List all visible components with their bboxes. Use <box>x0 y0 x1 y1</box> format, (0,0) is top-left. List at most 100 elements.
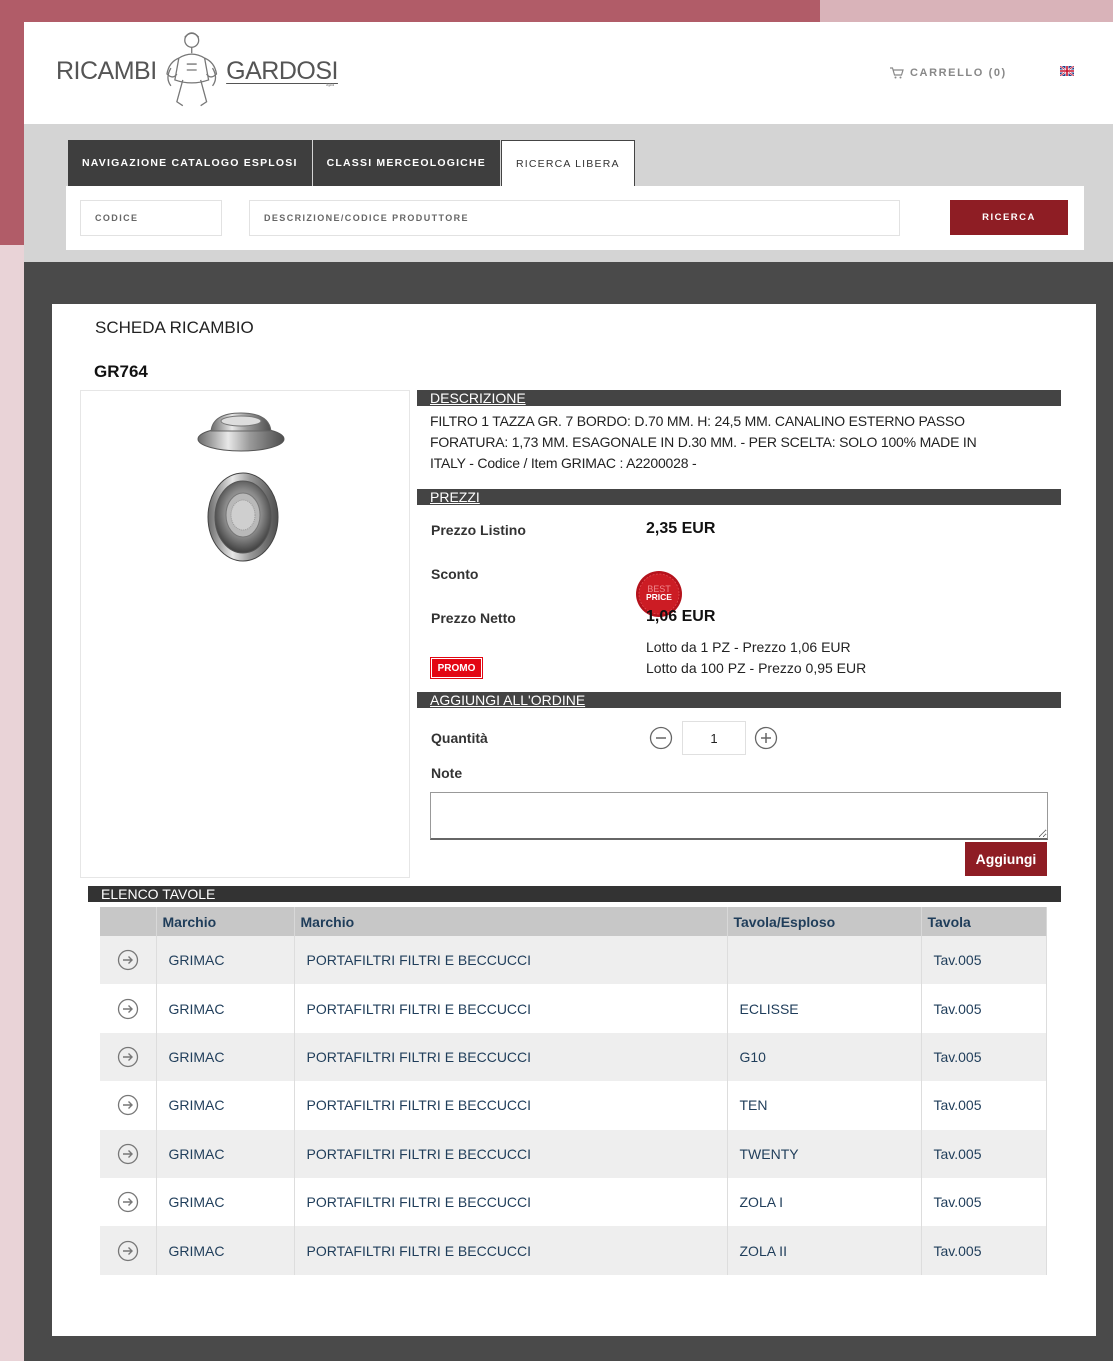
exploded-view-cell[interactable]: ZOLA II <box>727 1226 922 1275</box>
add-to-cart-button[interactable]: Aggiungi <box>965 842 1047 876</box>
section-title: DESCRIZIONE <box>430 390 526 406</box>
product-sheet: SCHEDA RICAMBIO GR764 DESCRIZIONE FILTRO… <box>52 304 1096 1336</box>
brand-cell[interactable]: GRIMAC <box>156 936 295 985</box>
code-input[interactable] <box>80 200 222 236</box>
search-button[interactable]: RICERCA <box>950 200 1068 235</box>
background-band <box>0 245 24 1361</box>
brand-cell[interactable]: GRIMAC <box>156 1129 295 1178</box>
table-cell[interactable]: Tav.005 <box>921 1226 1047 1275</box>
row-open-cell[interactable] <box>100 936 157 985</box>
table-row[interactable]: GRIMAC PORTAFILTRI FILTRI E BECCUCCI G10 Ta… <box>100 1032 1047 1082</box>
column-header: Marchio <box>294 907 728 936</box>
column-header: Tavola <box>921 907 1047 936</box>
uk-flag-icon[interactable] <box>1060 66 1074 76</box>
best-price-bottom: PRICE <box>646 592 672 602</box>
table-cell[interactable]: Tav.005 <box>921 1177 1047 1227</box>
tables-section-header: ELENCO TAVOLE <box>88 886 1061 902</box>
exploded-view-cell[interactable]: TEN <box>727 1081 922 1130</box>
table-row[interactable]: GRIMAC PORTAFILTRI FILTRI E BECCUCCI ECLIS… <box>100 984 1047 1033</box>
table-row[interactable]: GRIMAC PORTAFILTRI FILTRI E BECCUCCI ZOLA … <box>100 1177 1047 1227</box>
section-title: ELENCO TAVOLE <box>101 886 216 902</box>
list-price-value: 2,35 EUR <box>646 520 716 537</box>
page-frame: RICAMBI GARDOSI spa CARRELLO (0) NAVIGAZ… <box>24 22 1113 1361</box>
part-code: GR764 <box>94 362 148 381</box>
cart-link[interactable]: CARRELLO (0) <box>890 64 1007 82</box>
column-header-empty <box>100 907 157 936</box>
cart-icon <box>890 67 904 79</box>
quantity-input[interactable] <box>682 721 746 755</box>
table-header-row: Marchio Marchio Tavola/Esploso Tavola <box>100 907 1047 936</box>
arrow-right-circle-icon[interactable] <box>117 1094 139 1116</box>
tables-list: Marchio Marchio Tavola/Esploso Tavola GR… <box>100 907 1047 1275</box>
arrow-right-circle-icon[interactable] <box>117 949 139 971</box>
product-image-box <box>80 390 410 878</box>
arrow-right-circle-icon[interactable] <box>117 1240 139 1262</box>
category-cell[interactable]: PORTAFILTRI FILTRI E BECCUCCI <box>294 984 728 1033</box>
category-cell[interactable]: PORTAFILTRI FILTRI E BECCUCCI <box>294 1032 728 1082</box>
section-title: AGGIUNGI ALL'ORDINE <box>430 692 586 708</box>
logo-figure-icon <box>165 32 217 107</box>
brand-cell[interactable]: GRIMAC <box>156 984 295 1033</box>
site-logo[interactable]: RICAMBI GARDOSI spa <box>56 28 338 114</box>
description-input[interactable] <box>249 200 900 236</box>
description-line: ITALY - Codice / Item GRIMAC : A2200028 … <box>430 455 697 471</box>
quantity-label: Quantità <box>431 730 488 746</box>
table-cell[interactable]: Tav.005 <box>921 984 1047 1033</box>
exploded-view-cell[interactable]: ZOLA I <box>727 1177 922 1227</box>
search-tabs: NAVIGAZIONE CATALOGO ESPLOSI CLASSI MERC… <box>68 140 635 186</box>
prices-section-header: PREZZI <box>417 489 1061 505</box>
row-open-cell[interactable] <box>100 1081 157 1130</box>
arrow-right-circle-icon[interactable] <box>117 1046 139 1068</box>
tab-catalog-navigation[interactable]: NAVIGAZIONE CATALOGO ESPLOSI <box>68 140 313 186</box>
category-cell[interactable]: PORTAFILTRI FILTRI E BECCUCCI <box>294 1177 728 1227</box>
brand-cell[interactable]: GRIMAC <box>156 1081 295 1130</box>
product-image[interactable] <box>81 391 411 879</box>
search-section: NAVIGAZIONE CATALOGO ESPLOSI CLASSI MERC… <box>24 124 1113 262</box>
quantity-increase-icon[interactable] <box>754 726 778 750</box>
category-cell[interactable]: PORTAFILTRI FILTRI E BECCUCCI <box>294 1226 728 1275</box>
tab-free-search[interactable]: RICERCA LIBERA <box>500 140 635 186</box>
category-cell[interactable]: PORTAFILTRI FILTRI E BECCUCCI <box>294 936 728 985</box>
table-cell[interactable]: Tav.005 <box>921 1081 1047 1130</box>
table-cell[interactable]: Tav.005 <box>921 936 1047 985</box>
description-section-header: DESCRIZIONE <box>417 390 1061 406</box>
lot-price: Lotto da 1 PZ - Prezzo 1,06 EUR <box>646 639 851 655</box>
arrow-right-circle-icon[interactable] <box>117 998 139 1020</box>
table-row[interactable]: GRIMAC PORTAFILTRI FILTRI E BECCUCCI ZOLA … <box>100 1226 1047 1275</box>
page-title: SCHEDA RICAMBIO <box>95 318 254 337</box>
row-open-cell[interactable] <box>100 1177 157 1227</box>
category-cell[interactable]: PORTAFILTRI FILTRI E BECCUCCI <box>294 1081 728 1130</box>
arrow-right-circle-icon[interactable] <box>117 1191 139 1213</box>
exploded-view-cell[interactable]: TWENTY <box>727 1129 922 1178</box>
net-price-value: 1,06 EUR <box>646 608 716 625</box>
row-open-cell[interactable] <box>100 1129 157 1178</box>
tab-product-classes[interactable]: CLASSI MERCEOLOGICHE <box>312 140 501 186</box>
product-description: FILTRO 1 TAZZA GR. 7 BORDO: D.70 MM. H: … <box>430 411 1050 474</box>
quantity-decrease-icon[interactable] <box>649 726 673 750</box>
column-header: Tavola/Esploso <box>727 907 922 936</box>
cart-label: CARRELLO (0) <box>910 67 1007 79</box>
logo-word-right: GARDOSI <box>226 56 338 85</box>
logo-word-left: RICAMBI <box>56 56 157 85</box>
brand-cell[interactable]: GRIMAC <box>156 1177 295 1227</box>
notes-textarea[interactable] <box>430 792 1048 840</box>
table-row[interactable]: GRIMAC PORTAFILTRI FILTRI E BECCUCCI TEN Ta… <box>100 1081 1047 1130</box>
exploded-view-cell[interactable]: G10 <box>727 1032 922 1082</box>
column-header: Marchio <box>156 907 295 936</box>
add-to-order-section-header: AGGIUNGI ALL'ORDINE <box>417 692 1061 708</box>
table-cell[interactable]: Tav.005 <box>921 1129 1047 1178</box>
row-open-cell[interactable] <box>100 1032 157 1082</box>
brand-cell[interactable]: GRIMAC <box>156 1226 295 1275</box>
table-cell[interactable]: Tav.005 <box>921 1032 1047 1082</box>
category-cell[interactable]: PORTAFILTRI FILTRI E BECCUCCI <box>294 1129 728 1178</box>
table-row[interactable]: GRIMAC PORTAFILTRI FILTRI E BECCUCCI TWENT… <box>100 1129 1047 1178</box>
arrow-right-circle-icon[interactable] <box>117 1143 139 1165</box>
row-open-cell[interactable] <box>100 984 157 1033</box>
row-open-cell[interactable] <box>100 1226 157 1275</box>
table-row[interactable]: GRIMAC PORTAFILTRI FILTRI E BECCUCCI Tav.0… <box>100 936 1047 985</box>
search-form: RICERCA <box>66 186 1084 250</box>
exploded-view-cell[interactable]: ECLISSE <box>727 984 922 1033</box>
list-price-label: Prezzo Listino <box>431 522 526 538</box>
exploded-view-cell[interactable] <box>727 936 922 985</box>
brand-cell[interactable]: GRIMAC <box>156 1032 295 1082</box>
